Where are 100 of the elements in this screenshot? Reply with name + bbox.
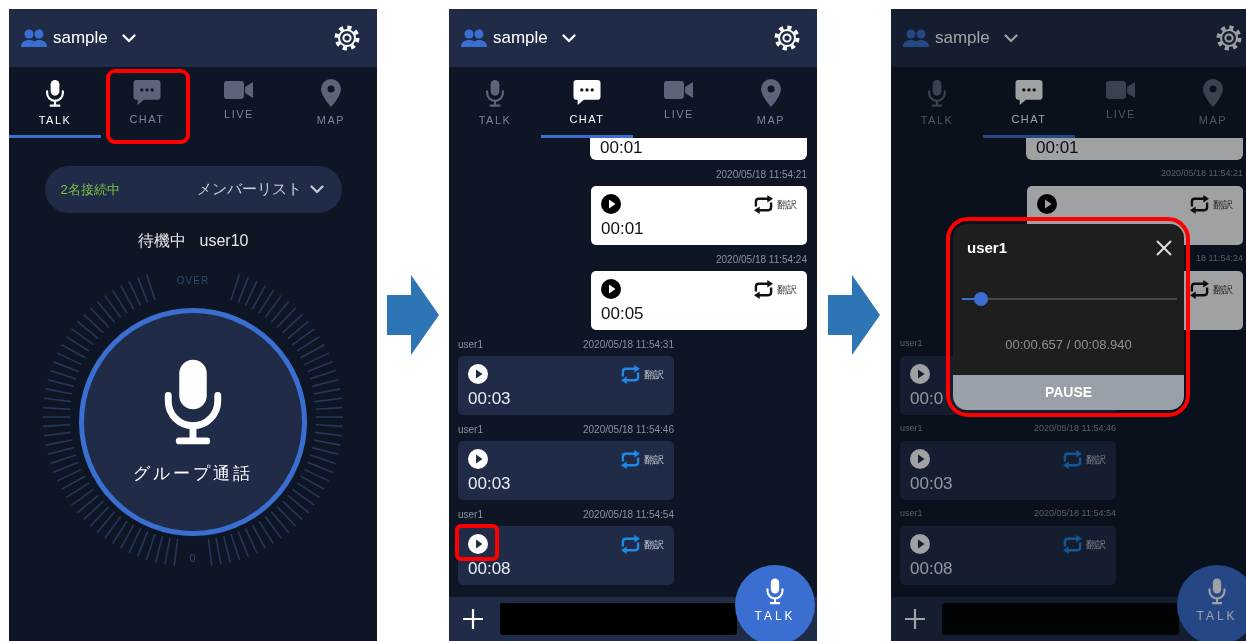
play-icon [468,534,488,554]
translate-button[interactable]: 翻訳 [753,194,797,214]
tab[interactable]: MAP [285,67,377,138]
settings-icon [1216,25,1242,51]
play-button[interactable] [601,279,621,299]
play-button[interactable] [601,194,621,214]
translate-button[interactable]: 翻訳 [1062,449,1106,469]
tab[interactable]: CHAT [101,67,193,138]
video-camera-icon [664,79,694,101]
message-timestamp: 2020/05/18 11:54:24 [716,252,807,267]
play-icon [601,279,621,299]
sender-name: user1 [458,507,483,522]
duration-text: 00:0 [910,389,944,409]
translate-button[interactable]: 翻訳 [620,449,664,469]
duration-text: 00:01 [600,138,643,157]
close-button[interactable] [1156,240,1172,257]
translate-button[interactable]: 翻訳 [1189,279,1233,299]
play-icon [468,364,488,384]
sender-name: user1 [458,337,483,352]
tab[interactable]: TALK [449,67,541,138]
duration-text: 00:01 [1036,138,1079,157]
settings-button[interactable] [774,25,800,51]
tab[interactable]: LIVE [633,67,725,138]
talk-button[interactable]: TALK [735,565,815,641]
people-icon [21,29,47,47]
sender-name: user1 [900,507,923,521]
people-icon [903,29,929,47]
repeat-icon [753,194,774,214]
duration-text: 00:03 [468,389,511,409]
message-timestamp: 2020/05/18 11:54:54 [583,507,674,522]
repeat-icon [620,449,641,469]
settings-button[interactable] [1216,25,1242,51]
duration-text: 00:08 [468,559,511,579]
slider-thumb[interactable] [974,291,989,306]
meter-label: 0 [188,550,198,566]
tab[interactable]: MAP [725,67,817,138]
translate-button[interactable]: 翻訳 [753,279,797,299]
repeat-icon [753,279,774,299]
chat-bubble-icon [1014,79,1044,106]
sender-name: user1 [458,422,483,437]
chevron-down-icon [309,185,324,194]
video-camera-icon [1106,79,1136,101]
group-call-button[interactable]: グループ通話 [79,308,307,536]
group-selector[interactable]: sample [461,25,576,51]
user-name: user10 [199,231,249,251]
add-button[interactable] [463,609,483,629]
play-icon [468,449,488,469]
play-icon [910,534,930,554]
play-icon [910,364,930,384]
member-list-dropdown[interactable]: メンバーリスト [196,178,324,201]
microphone-icon [1207,577,1227,605]
play-button[interactable] [468,364,488,384]
repeat-icon [620,364,641,384]
duration-text: 00:01 [601,219,644,239]
map-pin-icon [761,79,781,107]
repeat-icon [620,534,641,554]
talk-button[interactable]: TALK [1177,565,1246,641]
map-pin-icon [321,79,341,107]
message-timestamp: 2020/05/18 11:54:21 [716,167,807,182]
repeat-icon [1189,194,1210,214]
duration-text: 00:03 [468,474,511,494]
play-icon [910,449,930,469]
connected-count: 2名接続中 [60,180,120,199]
play-button[interactable] [1037,194,1057,214]
play-button[interactable] [468,449,488,469]
play-button[interactable] [468,534,488,554]
translate-button[interactable]: 翻訳 [620,534,664,554]
play-button[interactable] [910,534,930,554]
play-button[interactable] [910,364,930,384]
tab[interactable]: TALK [9,67,101,138]
settings-button[interactable] [334,25,360,51]
group-selector[interactable]: sample [903,25,1018,51]
message-timestamp: 2020/05/18 11:54:31 [583,337,674,352]
map-pin-icon [1203,79,1223,107]
group-selector[interactable]: sample [21,25,136,51]
plus-icon [905,609,925,629]
message-input[interactable] [942,603,1179,635]
repeat-icon [1189,279,1210,299]
message-timestamp: 2020/05/18 11:54:21 [1161,167,1243,181]
sender-name: user1 [900,422,923,436]
seek-slider[interactable] [962,291,1177,306]
message-timestamp: 18 11:54:24 [1196,252,1243,266]
repeat-icon [1062,449,1083,469]
settings-icon [774,25,800,51]
message-timestamp: 2020/05/18 11:54:46 [583,422,674,437]
translate-button[interactable]: 翻訳 [1189,194,1233,214]
dialog-title: user1 [967,238,1008,258]
translate-button[interactable]: 翻訳 [1062,534,1106,554]
play-icon [601,194,621,214]
add-button[interactable] [905,609,925,629]
translate-button[interactable]: 翻訳 [620,364,664,384]
microphone-icon [44,79,66,107]
message-input[interactable] [500,603,737,635]
duration-text: 00:08 [910,559,953,579]
play-button[interactable] [910,449,930,469]
tab[interactable]: LIVE [193,67,285,138]
microphone-icon [765,577,785,605]
message-timestamp: 2020/05/18 11:54:54 [1034,507,1116,521]
status-text: 待機中 [137,231,186,251]
chevron-down-icon [1003,33,1018,43]
